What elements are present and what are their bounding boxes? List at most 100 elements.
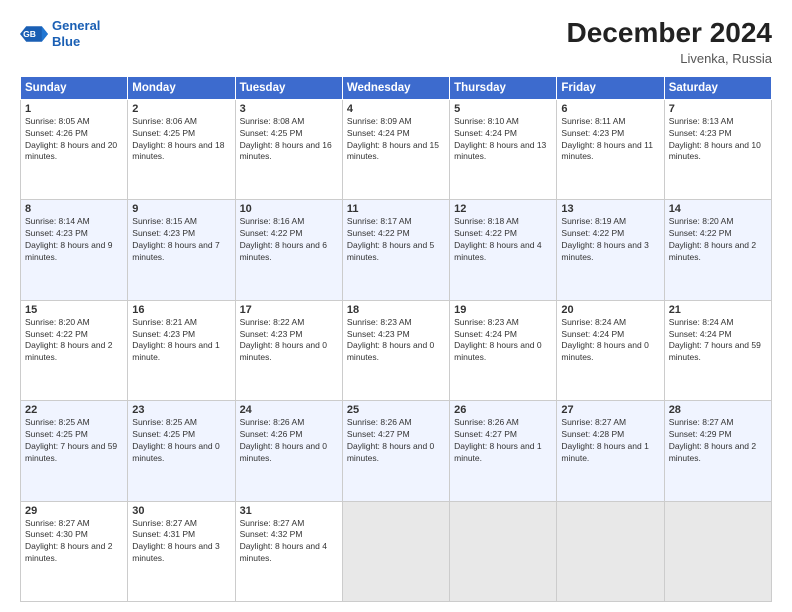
dow-header: Thursday bbox=[450, 76, 557, 99]
calendar-cell bbox=[557, 501, 664, 601]
day-number: 9 bbox=[132, 203, 230, 215]
day-info: Sunrise: 8:20 AMSunset: 4:22 PMDaylight:… bbox=[669, 216, 767, 264]
day-number: 1 bbox=[25, 103, 123, 115]
day-info: Sunrise: 8:13 AMSunset: 4:23 PMDaylight:… bbox=[669, 116, 767, 164]
calendar-cell: 23 Sunrise: 8:25 AMSunset: 4:25 PMDaylig… bbox=[128, 401, 235, 501]
dow-header: Friday bbox=[557, 76, 664, 99]
day-info: Sunrise: 8:18 AMSunset: 4:22 PMDaylight:… bbox=[454, 216, 552, 264]
day-of-week-row: SundayMondayTuesdayWednesdayThursdayFrid… bbox=[21, 76, 772, 99]
day-info: Sunrise: 8:26 AMSunset: 4:27 PMDaylight:… bbox=[454, 417, 552, 465]
day-info: Sunrise: 8:24 AMSunset: 4:24 PMDaylight:… bbox=[561, 317, 659, 365]
day-number: 26 bbox=[454, 404, 552, 416]
calendar-cell: 20 Sunrise: 8:24 AMSunset: 4:24 PMDaylig… bbox=[557, 300, 664, 400]
day-info: Sunrise: 8:22 AMSunset: 4:23 PMDaylight:… bbox=[240, 317, 338, 365]
title-block: December 2024 Livenka, Russia bbox=[567, 18, 772, 66]
day-info: Sunrise: 8:23 AMSunset: 4:24 PMDaylight:… bbox=[454, 317, 552, 365]
day-number: 11 bbox=[347, 203, 445, 215]
day-info: Sunrise: 8:09 AMSunset: 4:24 PMDaylight:… bbox=[347, 116, 445, 164]
day-number: 31 bbox=[240, 505, 338, 517]
calendar-cell: 6 Sunrise: 8:11 AMSunset: 4:23 PMDayligh… bbox=[557, 99, 664, 199]
day-info: Sunrise: 8:27 AMSunset: 4:28 PMDaylight:… bbox=[561, 417, 659, 465]
day-number: 16 bbox=[132, 304, 230, 316]
day-number: 29 bbox=[25, 505, 123, 517]
day-number: 15 bbox=[25, 304, 123, 316]
calendar-cell bbox=[664, 501, 771, 601]
dow-header: Wednesday bbox=[342, 76, 449, 99]
day-info: Sunrise: 8:05 AMSunset: 4:26 PMDaylight:… bbox=[25, 116, 123, 164]
day-info: Sunrise: 8:24 AMSunset: 4:24 PMDaylight:… bbox=[669, 317, 767, 365]
day-number: 23 bbox=[132, 404, 230, 416]
day-info: Sunrise: 8:11 AMSunset: 4:23 PMDaylight:… bbox=[561, 116, 659, 164]
dow-header: Saturday bbox=[664, 76, 771, 99]
calendar-cell: 3 Sunrise: 8:08 AMSunset: 4:25 PMDayligh… bbox=[235, 99, 342, 199]
calendar-cell: 21 Sunrise: 8:24 AMSunset: 4:24 PMDaylig… bbox=[664, 300, 771, 400]
day-number: 28 bbox=[669, 404, 767, 416]
calendar-cell: 12 Sunrise: 8:18 AMSunset: 4:22 PMDaylig… bbox=[450, 200, 557, 300]
day-number: 25 bbox=[347, 404, 445, 416]
day-number: 8 bbox=[25, 203, 123, 215]
day-info: Sunrise: 8:21 AMSunset: 4:23 PMDaylight:… bbox=[132, 317, 230, 365]
calendar-week-row: 15 Sunrise: 8:20 AMSunset: 4:22 PMDaylig… bbox=[21, 300, 772, 400]
day-number: 21 bbox=[669, 304, 767, 316]
calendar-cell: 27 Sunrise: 8:27 AMSunset: 4:28 PMDaylig… bbox=[557, 401, 664, 501]
day-number: 27 bbox=[561, 404, 659, 416]
calendar-cell: 13 Sunrise: 8:19 AMSunset: 4:22 PMDaylig… bbox=[557, 200, 664, 300]
calendar-cell: 19 Sunrise: 8:23 AMSunset: 4:24 PMDaylig… bbox=[450, 300, 557, 400]
calendar-week-row: 8 Sunrise: 8:14 AMSunset: 4:23 PMDayligh… bbox=[21, 200, 772, 300]
calendar-table: SundayMondayTuesdayWednesdayThursdayFrid… bbox=[20, 76, 772, 602]
day-info: Sunrise: 8:27 AMSunset: 4:30 PMDaylight:… bbox=[25, 518, 123, 566]
location: Livenka, Russia bbox=[567, 51, 772, 66]
dow-header: Tuesday bbox=[235, 76, 342, 99]
day-number: 19 bbox=[454, 304, 552, 316]
day-number: 30 bbox=[132, 505, 230, 517]
day-info: Sunrise: 8:10 AMSunset: 4:24 PMDaylight:… bbox=[454, 116, 552, 164]
day-info: Sunrise: 8:06 AMSunset: 4:25 PMDaylight:… bbox=[132, 116, 230, 164]
day-info: Sunrise: 8:14 AMSunset: 4:23 PMDaylight:… bbox=[25, 216, 123, 264]
calendar-cell: 10 Sunrise: 8:16 AMSunset: 4:22 PMDaylig… bbox=[235, 200, 342, 300]
calendar-cell: 28 Sunrise: 8:27 AMSunset: 4:29 PMDaylig… bbox=[664, 401, 771, 501]
calendar-cell: 30 Sunrise: 8:27 AMSunset: 4:31 PMDaylig… bbox=[128, 501, 235, 601]
day-info: Sunrise: 8:17 AMSunset: 4:22 PMDaylight:… bbox=[347, 216, 445, 264]
day-info: Sunrise: 8:25 AMSunset: 4:25 PMDaylight:… bbox=[132, 417, 230, 465]
svg-text:GB: GB bbox=[23, 29, 36, 39]
day-info: Sunrise: 8:16 AMSunset: 4:22 PMDaylight:… bbox=[240, 216, 338, 264]
day-number: 14 bbox=[669, 203, 767, 215]
dow-header: Sunday bbox=[21, 76, 128, 99]
calendar-body: 1 Sunrise: 8:05 AMSunset: 4:26 PMDayligh… bbox=[21, 99, 772, 601]
day-number: 12 bbox=[454, 203, 552, 215]
day-info: Sunrise: 8:26 AMSunset: 4:26 PMDaylight:… bbox=[240, 417, 338, 465]
calendar-cell: 22 Sunrise: 8:25 AMSunset: 4:25 PMDaylig… bbox=[21, 401, 128, 501]
calendar-cell: 9 Sunrise: 8:15 AMSunset: 4:23 PMDayligh… bbox=[128, 200, 235, 300]
day-info: Sunrise: 8:15 AMSunset: 4:23 PMDaylight:… bbox=[132, 216, 230, 264]
calendar-cell: 16 Sunrise: 8:21 AMSunset: 4:23 PMDaylig… bbox=[128, 300, 235, 400]
day-number: 4 bbox=[347, 103, 445, 115]
day-info: Sunrise: 8:27 AMSunset: 4:29 PMDaylight:… bbox=[669, 417, 767, 465]
month-title: December 2024 bbox=[567, 18, 772, 49]
dow-header: Monday bbox=[128, 76, 235, 99]
calendar-cell: 29 Sunrise: 8:27 AMSunset: 4:30 PMDaylig… bbox=[21, 501, 128, 601]
calendar-cell: 5 Sunrise: 8:10 AMSunset: 4:24 PMDayligh… bbox=[450, 99, 557, 199]
logo-text: General Blue bbox=[52, 18, 100, 49]
page: GB General Blue December 2024 Livenka, R… bbox=[0, 0, 792, 612]
day-number: 20 bbox=[561, 304, 659, 316]
logo-icon: GB bbox=[20, 20, 48, 48]
day-number: 18 bbox=[347, 304, 445, 316]
day-info: Sunrise: 8:27 AMSunset: 4:31 PMDaylight:… bbox=[132, 518, 230, 566]
day-number: 22 bbox=[25, 404, 123, 416]
header: GB General Blue December 2024 Livenka, R… bbox=[20, 18, 772, 66]
day-number: 2 bbox=[132, 103, 230, 115]
calendar-week-row: 22 Sunrise: 8:25 AMSunset: 4:25 PMDaylig… bbox=[21, 401, 772, 501]
day-number: 7 bbox=[669, 103, 767, 115]
day-info: Sunrise: 8:27 AMSunset: 4:32 PMDaylight:… bbox=[240, 518, 338, 566]
calendar-cell: 26 Sunrise: 8:26 AMSunset: 4:27 PMDaylig… bbox=[450, 401, 557, 501]
day-info: Sunrise: 8:20 AMSunset: 4:22 PMDaylight:… bbox=[25, 317, 123, 365]
day-number: 10 bbox=[240, 203, 338, 215]
day-number: 24 bbox=[240, 404, 338, 416]
calendar-cell: 1 Sunrise: 8:05 AMSunset: 4:26 PMDayligh… bbox=[21, 99, 128, 199]
calendar-week-row: 29 Sunrise: 8:27 AMSunset: 4:30 PMDaylig… bbox=[21, 501, 772, 601]
day-number: 17 bbox=[240, 304, 338, 316]
calendar-cell: 17 Sunrise: 8:22 AMSunset: 4:23 PMDaylig… bbox=[235, 300, 342, 400]
logo-line2: Blue bbox=[52, 34, 80, 49]
day-number: 5 bbox=[454, 103, 552, 115]
calendar-cell bbox=[450, 501, 557, 601]
